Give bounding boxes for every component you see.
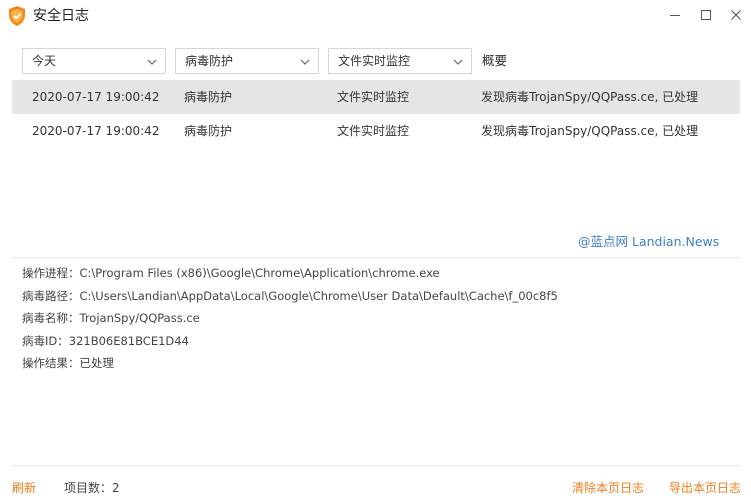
chevron-down-icon [147, 59, 157, 65]
date-filter-value: 今天 [32, 54, 57, 68]
summary-column-header: 概要 [482, 53, 508, 68]
row-summary: 发现病毒TrojanSpy/QQPass.ce, 已处理 [481, 124, 699, 138]
row-category: 病毒防护 [184, 90, 233, 104]
detail-process: 操作进程：C:\Program Files (x86)\Google\Chrom… [22, 266, 440, 280]
row-time: 2020-07-17 19:00:42 [32, 90, 160, 104]
detail-virus-id: 病毒ID：321B06E81BCE1D44 [22, 333, 189, 348]
row-summary: 发现病毒TrojanSpy/QQPass.ce, 已处理 [481, 90, 699, 104]
minimize-icon [670, 15, 680, 16]
detail-path: 病毒路径：C:\Users\Landian\AppData\Local\Goog… [22, 288, 558, 303]
date-filter-dropdown[interactable]: 今天 [22, 48, 166, 74]
divider [12, 257, 740, 258]
title-bar: 安全日志 [0, 0, 751, 34]
minimize-button[interactable] [661, 3, 689, 27]
chevron-down-icon [453, 59, 463, 65]
row-source: 文件实时监控 [337, 90, 410, 104]
divider [12, 465, 740, 466]
clear-page-log-link[interactable]: 清除本页日志 [572, 479, 644, 496]
source-filter-dropdown[interactable]: 文件实时监控 [328, 48, 472, 74]
shield-app-icon [8, 5, 26, 27]
row-time: 2020-07-17 19:00:42 [32, 124, 160, 138]
detail-virus-name: 病毒名称：TrojanSpy/QQPass.ce [22, 311, 200, 325]
maximize-button[interactable] [692, 3, 720, 27]
refresh-link[interactable]: 刷新 [12, 479, 36, 496]
window-title: 安全日志 [33, 8, 89, 24]
close-button[interactable] [722, 3, 750, 27]
export-page-log-link[interactable]: 导出本页日志 [669, 479, 741, 496]
item-count: 项目数：2 [64, 481, 120, 495]
close-icon [731, 10, 741, 20]
watermark-text: @蓝点网 Landian.News [578, 234, 720, 249]
row-category: 病毒防护 [184, 124, 233, 138]
category-filter-value: 病毒防护 [185, 54, 234, 68]
table-row[interactable]: 2020-07-17 19:00:42 病毒防护 文件实时监控 发现病毒Troj… [12, 80, 740, 114]
table-row[interactable]: 2020-07-17 19:00:42 病毒防护 文件实时监控 发现病毒Troj… [12, 114, 740, 148]
details-panel: 操作进程：C:\Program Files (x86)\Google\Chrom… [22, 262, 558, 375]
maximize-icon [701, 10, 711, 20]
source-filter-value: 文件实时监控 [338, 54, 411, 68]
detail-result: 操作结果：已处理 [22, 356, 114, 370]
category-filter-dropdown[interactable]: 病毒防护 [175, 48, 319, 74]
chevron-down-icon [300, 59, 310, 65]
filter-bar: 今天 病毒防护 文件实时监控 概要 [12, 46, 740, 78]
footer-bar: 刷新 项目数：2 清除本页日志 导出本页日志 [0, 476, 751, 498]
row-source: 文件实时监控 [337, 124, 410, 138]
